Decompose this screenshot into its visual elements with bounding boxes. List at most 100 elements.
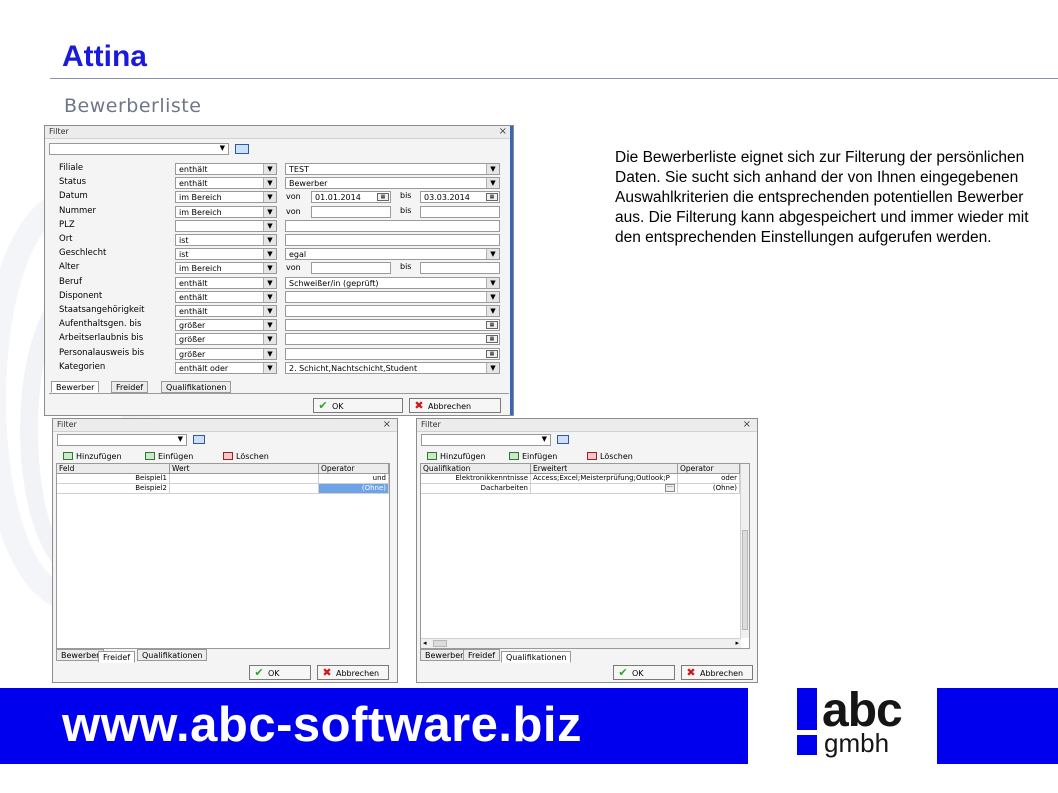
- cancel-button[interactable]: ✖ Abbrechen: [409, 398, 501, 413]
- value-select-geschlecht[interactable]: egal ▼: [285, 248, 500, 260]
- tab-freidef[interactable]: Freidef: [98, 651, 136, 663]
- value-select-aufenthaltsgen-bis[interactable]: ▦: [285, 319, 500, 331]
- operator-select-datum[interactable]: im Bereich ▼: [175, 191, 277, 203]
- add-button-label: Hinzufügen: [76, 452, 122, 461]
- column-header-qualifikation[interactable]: Qualifikation: [421, 464, 531, 474]
- table-cell-qualifikation[interactable]: Elektronikkenntnisse: [421, 474, 531, 484]
- tab-qualifikationen[interactable]: Qualifikationen: [161, 381, 232, 393]
- operator-select-disponent[interactable]: enthält ▼: [175, 291, 277, 303]
- operator-select-nummer[interactable]: im Bereich ▼: [175, 206, 277, 218]
- add-button[interactable]: Hinzufügen: [63, 452, 122, 461]
- cancel-button-label: Abbrechen: [700, 669, 744, 678]
- add-button[interactable]: Hinzufügen: [427, 452, 486, 461]
- cancel-button[interactable]: ✖ Abbrechen: [681, 665, 753, 680]
- calendar-icon[interactable]: ▦: [377, 193, 389, 201]
- range-to-nummer[interactable]: [420, 206, 500, 218]
- horizontal-scrollbar[interactable]: ◂ ▸: [421, 638, 741, 648]
- ok-button[interactable]: ✔ OK: [313, 398, 403, 413]
- table-cell-wert[interactable]: [170, 484, 319, 494]
- tab-bewerber[interactable]: Bewerber: [420, 649, 469, 661]
- table-cell-qualifikation[interactable]: Dacharbeiten: [421, 484, 531, 494]
- range-to-datum[interactable]: 03.03.2014 ▦: [420, 191, 500, 203]
- more-options-icon[interactable]: ···: [665, 484, 675, 492]
- operator-select-ort[interactable]: ist ▼: [175, 234, 277, 246]
- column-header-operator[interactable]: Operator: [319, 464, 389, 474]
- saved-filter-select[interactable]: ▼: [57, 434, 187, 446]
- operator-select-kategorien[interactable]: enthält oder ▼: [175, 362, 277, 374]
- tab-freidef[interactable]: Freidef: [111, 381, 149, 393]
- tab-bewerber[interactable]: Bewerber: [51, 381, 100, 393]
- close-icon[interactable]: ×: [383, 419, 391, 430]
- table-cell-operator[interactable]: oder: [678, 474, 740, 484]
- value-select-filiale[interactable]: TEST ▼: [285, 163, 500, 175]
- save-filter-icon[interactable]: [235, 144, 249, 154]
- operator-select-alter[interactable]: im Bereich ▼: [175, 262, 277, 274]
- tab-qualifikationen[interactable]: Qualifikationen: [501, 651, 572, 663]
- ok-button[interactable]: ✔ OK: [249, 665, 311, 680]
- criteria-label-aufenthaltsgen-bis: Aufenthaltsgen. bis: [59, 319, 142, 329]
- range-from-nummer[interactable]: [311, 206, 391, 218]
- page-subtitle: Bewerberliste: [64, 95, 202, 117]
- insert-button-label: Einfügen: [522, 452, 558, 461]
- value-select-beruf[interactable]: Schweißer/in (geprüft) ▼: [285, 277, 500, 289]
- column-header-wert[interactable]: Wert: [170, 464, 319, 474]
- saved-filter-select[interactable]: ▼: [49, 143, 229, 155]
- operator-select-staatsangehörigkeit[interactable]: enthält ▼: [175, 305, 277, 317]
- scrollbar-thumb[interactable]: [742, 530, 748, 630]
- value-select-status[interactable]: Bewerber ▼: [285, 177, 500, 189]
- website-url[interactable]: www.abc-software.biz: [62, 697, 582, 753]
- column-header-operator[interactable]: Operator: [678, 464, 740, 474]
- column-header-feld[interactable]: Feld: [57, 464, 170, 474]
- calendar-icon[interactable]: ▦: [486, 350, 498, 358]
- value-select-plz[interactable]: [285, 220, 500, 232]
- operator-select-beruf[interactable]: enthält ▼: [175, 277, 277, 289]
- scrollbar-thumb[interactable]: [433, 640, 447, 647]
- tab-qualifikationen[interactable]: Qualifikationen: [137, 649, 208, 661]
- close-icon[interactable]: ×: [743, 419, 751, 430]
- operator-select-plz[interactable]: ▼: [175, 220, 277, 232]
- operator-select-status[interactable]: enthält ▼: [175, 177, 277, 189]
- scroll-left-icon[interactable]: ◂: [423, 639, 427, 647]
- operator-select-aufenthaltsgen-bis[interactable]: größer ▼: [175, 319, 277, 331]
- save-filter-icon[interactable]: [557, 435, 569, 444]
- scroll-right-icon[interactable]: ▸: [735, 639, 739, 647]
- save-filter-icon[interactable]: [193, 435, 205, 444]
- vertical-scrollbar[interactable]: [740, 464, 749, 638]
- column-header-erweitert[interactable]: Erweitert: [531, 464, 678, 474]
- chevron-down-icon: ▼: [263, 192, 276, 202]
- table-cell-erweitert[interactable]: Access;Excel;Meisterprüfung;Outlook;P: [531, 474, 678, 484]
- operator-select-geschlecht[interactable]: ist ▼: [175, 248, 277, 260]
- delete-button[interactable]: Löschen: [223, 452, 269, 461]
- value-select-ort[interactable]: [285, 234, 500, 246]
- range-to-alter[interactable]: [420, 262, 500, 274]
- value-select-arbeitserlaubnis-bis[interactable]: ▦: [285, 333, 500, 345]
- table-cell-operator[interactable]: (Ohne): [678, 484, 740, 494]
- table-cell-operator-selected[interactable]: (Ohne): [319, 484, 389, 494]
- insert-button[interactable]: Einfügen: [509, 452, 557, 461]
- table-cell-erweitert[interactable]: ···: [531, 484, 678, 494]
- table-cell-feld[interactable]: Beispiel2: [57, 484, 170, 494]
- value-select-personalausweis-bis[interactable]: ▦: [285, 348, 500, 360]
- delete-button[interactable]: Löschen: [587, 452, 633, 461]
- saved-filter-select[interactable]: ▼: [421, 434, 551, 446]
- calendar-icon[interactable]: ▦: [486, 335, 498, 343]
- cancel-button[interactable]: ✖ Abbrechen: [317, 665, 389, 680]
- chevron-down-icon: ▼: [486, 278, 499, 288]
- calendar-icon[interactable]: ▦: [486, 193, 498, 201]
- table-cell-wert[interactable]: [170, 474, 319, 484]
- tab-freidef[interactable]: Freidef: [463, 649, 501, 661]
- operator-select-filiale[interactable]: enthält ▼: [175, 163, 277, 175]
- operator-select-arbeitserlaubnis-bis[interactable]: größer ▼: [175, 333, 277, 345]
- range-from-alter[interactable]: [311, 262, 391, 274]
- table-cell-operator[interactable]: und: [319, 474, 389, 484]
- ok-button[interactable]: ✔ OK: [613, 665, 675, 680]
- value-select-kategorien[interactable]: 2. Schicht,Nachtschicht,Student ▼: [285, 362, 500, 374]
- range-from-datum[interactable]: 01.01.2014 ▦: [311, 191, 391, 203]
- insert-button[interactable]: Einfügen: [145, 452, 193, 461]
- value-select-staatsangehörigkeit[interactable]: ▼: [285, 305, 500, 317]
- table-cell-feld[interactable]: Beispiel1: [57, 474, 170, 484]
- calendar-icon[interactable]: ▦: [486, 321, 498, 329]
- value-select-disponent[interactable]: ▼: [285, 291, 500, 303]
- close-icon[interactable]: ×: [499, 126, 507, 137]
- operator-select-personalausweis-bis[interactable]: größer ▼: [175, 348, 277, 360]
